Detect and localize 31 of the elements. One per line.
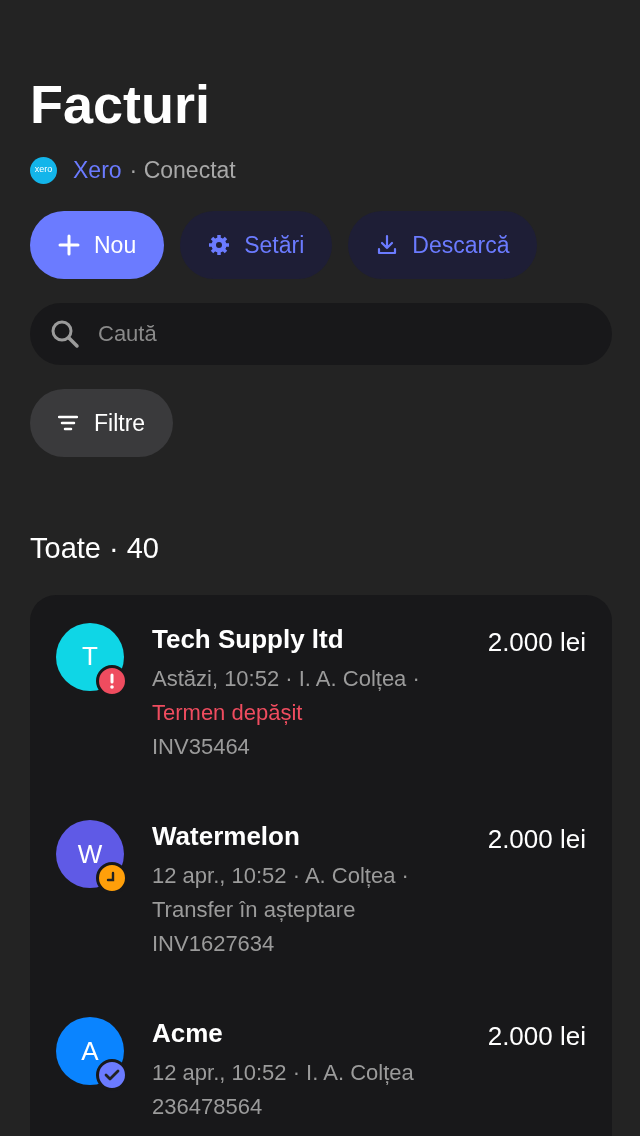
filter-button[interactable]: Filtre (30, 389, 174, 458)
invoice-amount: 2.000 lei (487, 1020, 586, 1054)
invoice-status: Transfer în așteptare (152, 896, 357, 925)
invoice-meta: 12 apr., 10:52 · I. A. Colțea (152, 1059, 415, 1088)
invoice-number: INV35464 (152, 733, 251, 761)
filter-icon (58, 415, 78, 432)
avatar-initial: A (81, 1034, 99, 1068)
page-title: Facturi (30, 73, 212, 136)
invoice-number: 236478564 (152, 1093, 264, 1122)
invoice-meta: Astăzi, 10:52 · I. A. Colțea · (152, 664, 421, 693)
client-name: Watermelon (152, 820, 300, 854)
download-button[interactable]: Descarcă (348, 211, 538, 280)
add-button[interactable]: Nou (30, 211, 165, 280)
invoice-number: INV1627634 (152, 930, 276, 959)
connection-status: · Conectat (129, 155, 236, 185)
invoice-amount: 2.000 lei (487, 823, 586, 857)
xero-logo: xero (30, 156, 57, 184)
client-name: Acme (152, 1017, 223, 1051)
client-name: Tech Supply ltd (152, 622, 344, 656)
plus-icon (58, 234, 80, 257)
section-heading: Toate · 40 (30, 531, 160, 567)
settings-button[interactable]: Setări (180, 211, 333, 280)
gear-icon (208, 234, 231, 257)
avatar-initial: W (77, 837, 103, 871)
invoice-amount: 2.000 lei (487, 625, 586, 659)
invoice-status: Termen depășit (152, 698, 304, 727)
download-icon (376, 234, 399, 257)
service-link[interactable]: Xero (73, 152, 122, 188)
avatar-initial: T (82, 640, 98, 674)
search-field[interactable]: Caută (30, 303, 612, 366)
invoice-meta: 12 apr., 10:52 · A. Colțea · (152, 862, 410, 891)
